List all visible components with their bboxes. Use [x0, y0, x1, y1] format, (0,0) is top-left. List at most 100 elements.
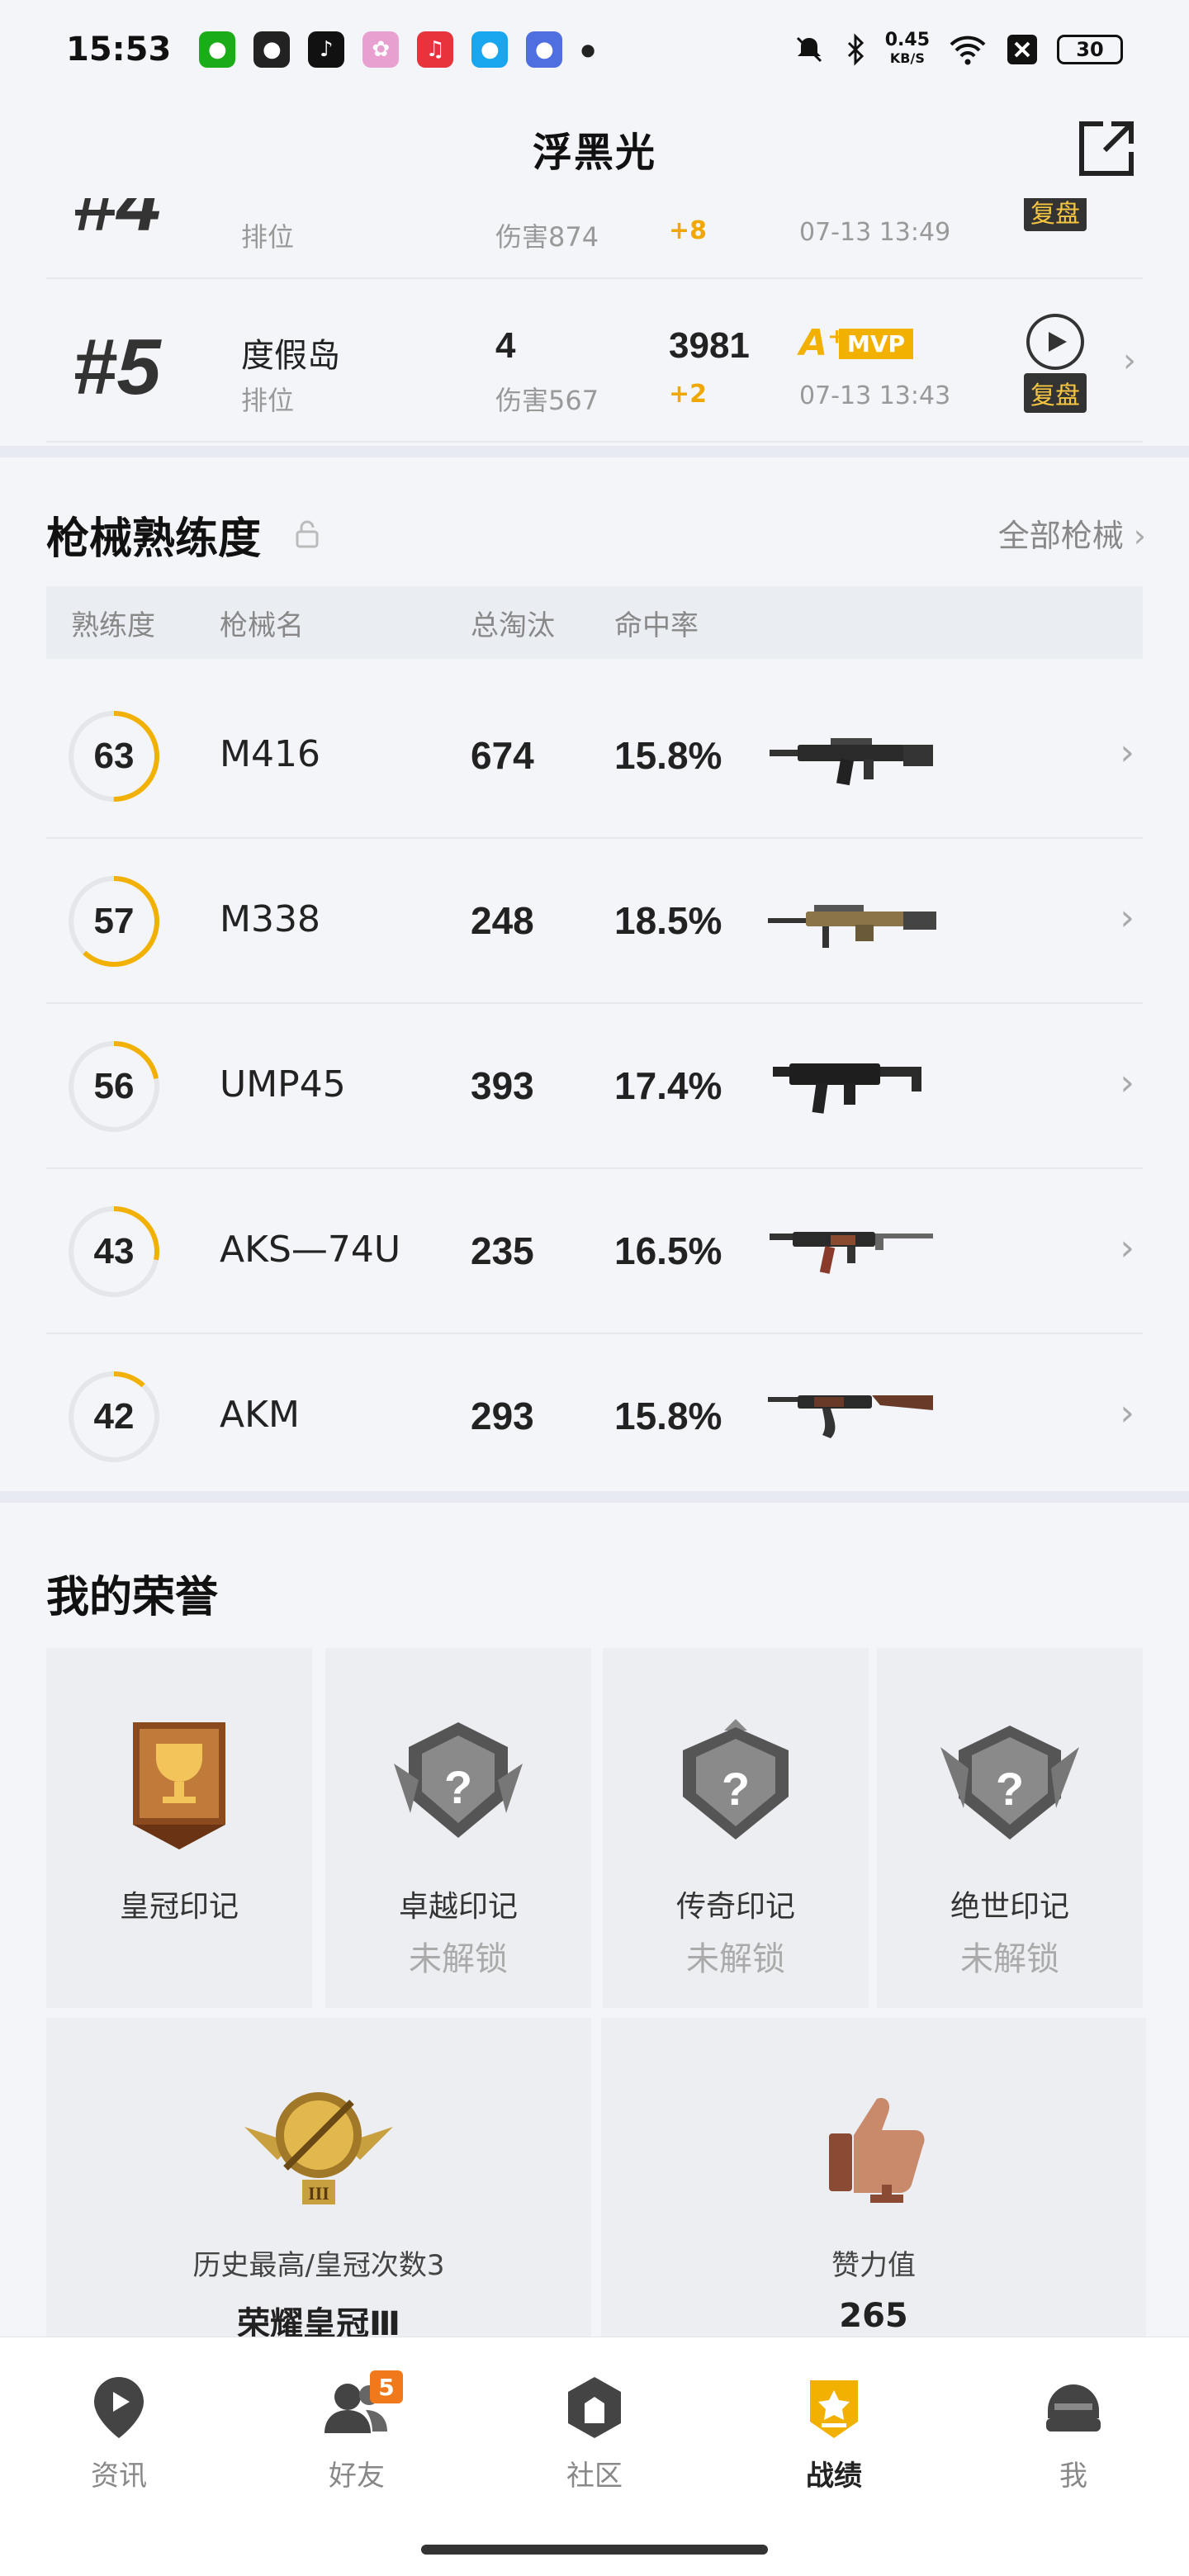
replay-button[interactable]: 复盘: [1017, 314, 1093, 413]
bluetooth-icon: [847, 33, 864, 66]
flower-icon: ✿: [362, 31, 400, 68]
weapon-row[interactable]: 57 M338 248 18.5% ›: [46, 839, 1143, 1004]
weapon-accuracy: 15.8%: [614, 734, 722, 777]
honors-section: 我的荣誉 皇冠印记 ? 卓越印记 未解锁 ? 传奇印记 未解锁 ? 绝世印记 未…: [0, 1511, 1189, 2348]
carbine-image: [770, 1232, 933, 1274]
svg-text:?: ?: [722, 1763, 750, 1815]
dot-icon: ●: [580, 40, 595, 59]
col-accuracy: 命中率: [614, 608, 699, 642]
weapon-row[interactable]: 56 UMP45 393 17.4% ›: [46, 1004, 1143, 1169]
badge-name: 皇冠印记: [119, 1890, 239, 1924]
locked-badge-icon: ?: [940, 1726, 1079, 1840]
badge-card[interactable]: 皇冠印记: [46, 1648, 312, 2008]
badge-card[interactable]: ? 卓越印记 未解锁: [325, 1648, 591, 2008]
badge-name: 卓越印记: [398, 1890, 518, 1924]
section-title: 我的荣誉: [46, 1573, 219, 1622]
section-title: 枪械熟练度: [46, 514, 262, 564]
status-right: 0.45 KB/S 30: [793, 31, 1123, 68]
tiktok-icon: ♪: [308, 31, 345, 68]
mastery-value: 57: [93, 901, 135, 941]
weapon-name: UMP45: [220, 1063, 346, 1106]
chevron-right-icon: ›: [1120, 732, 1135, 774]
section-divider: [0, 1491, 1189, 1503]
chevron-right-icon: ›: [1120, 1227, 1135, 1269]
lock-icon[interactable]: [294, 520, 320, 548]
match-score-delta: +8: [669, 216, 708, 245]
highest-rank-card[interactable]: III 历史最高/皇冠次数3 荣耀皇冠Ⅲ: [46, 2018, 591, 2348]
all-weapons-link[interactable]: 全部枪械 ›: [998, 510, 1146, 556]
badge-status: 未解锁: [960, 1940, 1059, 1978]
mute-icon: [796, 36, 822, 63]
chevron-right-icon: ›: [1120, 1392, 1135, 1434]
badge-status: 未解锁: [409, 1940, 508, 1978]
music-icon: ♫: [417, 31, 454, 68]
share-icon[interactable]: [1075, 117, 1138, 180]
profile-icon: [1046, 2384, 1101, 2432]
replay-label: 复盘: [1024, 373, 1087, 413]
page-title: 浮黑光: [532, 130, 656, 176]
home-indicator[interactable]: [421, 2545, 768, 2555]
rifle-image: [770, 738, 933, 786]
col-kills: 总淘汰: [471, 608, 555, 642]
weapon-accuracy: 15.8%: [614, 1395, 722, 1437]
match-rank: #4: [73, 198, 161, 248]
nav-tab-profile[interactable]: 我: [991, 2370, 1156, 2536]
mastery-value: 56: [93, 1066, 135, 1106]
weapon-kills: 393: [471, 1064, 534, 1107]
friends-badge: 5: [370, 2370, 403, 2403]
record-icon: [810, 2380, 858, 2438]
match-row[interactable]: #4 排位 伤害874 +8 07-13 13:49 复盘: [46, 198, 1143, 279]
weapon-row[interactable]: 42 AKM 293 15.8% ›: [46, 1334, 1143, 1499]
match-damage: 伤害874: [495, 221, 599, 253]
nav-tab-friends[interactable]: 5 好友: [274, 2370, 439, 2536]
wechat-icon: ●: [199, 31, 236, 68]
match-row[interactable]: #5 度假岛 排位 4 伤害567 3981 +2 A⁺ MVP 07-13 1…: [46, 281, 1143, 443]
badge-name: 传奇印记: [675, 1890, 795, 1924]
mastery-value: 63: [93, 736, 135, 776]
badge-card[interactable]: ? 传奇印记 未解锁: [603, 1648, 869, 2008]
mastery-value: 43: [93, 1231, 135, 1271]
replay-label: 复盘: [1024, 198, 1087, 231]
nav-label: 资讯: [91, 2460, 147, 2493]
close-box-icon: [1007, 35, 1037, 64]
nav-tab-community[interactable]: 社区: [512, 2370, 677, 2536]
replay-button[interactable]: 复盘: [1017, 198, 1093, 287]
weapon-name: M416: [220, 733, 320, 775]
badge-status: 未解锁: [686, 1940, 785, 1978]
weapon-accuracy: 18.5%: [614, 899, 722, 942]
highest-rank-label: 历史最高/皇冠次数3: [192, 2249, 445, 2282]
match-score: 3981: [669, 325, 750, 366]
nav-label: 战绩: [806, 2460, 862, 2493]
nav-tab-news[interactable]: 资讯: [36, 2370, 201, 2536]
badge-name: 绝世印记: [950, 1890, 1069, 1924]
match-score-delta: +2: [669, 380, 708, 409]
network-speed: 0.45 KB/S: [885, 31, 930, 68]
mastery-value: 42: [93, 1396, 135, 1437]
badge-card[interactable]: ? 绝世印记 未解锁: [877, 1648, 1143, 2008]
chevron-right-icon: ›: [1120, 1062, 1135, 1104]
match-mode: 排位: [241, 385, 295, 416]
weapon-kills: 248: [471, 899, 534, 942]
likes-card[interactable]: 赞力值 265: [601, 2018, 1146, 2348]
crown-badge-icon: [133, 1722, 225, 1849]
svg-text:?: ?: [444, 1761, 472, 1813]
bottom-navigation: 资讯 5 好友 社区 战绩 我: [0, 2337, 1189, 2576]
crown-rank-icon: III: [244, 2092, 393, 2204]
status-bar: 15:53 ● ● ♪ ✿ ♫ ● ● ● 0.45 KB/S 30: [0, 0, 1189, 99]
weapon-name: AKS—74U: [220, 1229, 401, 1271]
weapon-table-header: 熟练度 枪械名 总淘汰 命中率: [46, 586, 1143, 659]
match-time: 07-13 13:49: [799, 218, 951, 247]
weapon-row[interactable]: 43 AKS—74U 235 16.5% ›: [46, 1169, 1143, 1334]
match-rank: #5: [73, 323, 161, 411]
match-mode: 排位: [241, 221, 295, 253]
network-speed-unit: KB/S: [889, 50, 925, 66]
nav-tab-record[interactable]: 战绩: [751, 2370, 917, 2536]
match-time: 07-13 13:43: [799, 381, 951, 410]
locked-badge-icon: ?: [394, 1722, 523, 1838]
section-divider: [0, 446, 1189, 457]
weapon-name: AKM: [220, 1394, 300, 1436]
weapon-row[interactable]: 63 M416 674 15.8% ›: [46, 674, 1143, 839]
svg-text:?: ?: [996, 1763, 1024, 1815]
chevron-right-icon: ›: [1123, 342, 1136, 380]
page-header: 浮黑光: [0, 99, 1189, 198]
